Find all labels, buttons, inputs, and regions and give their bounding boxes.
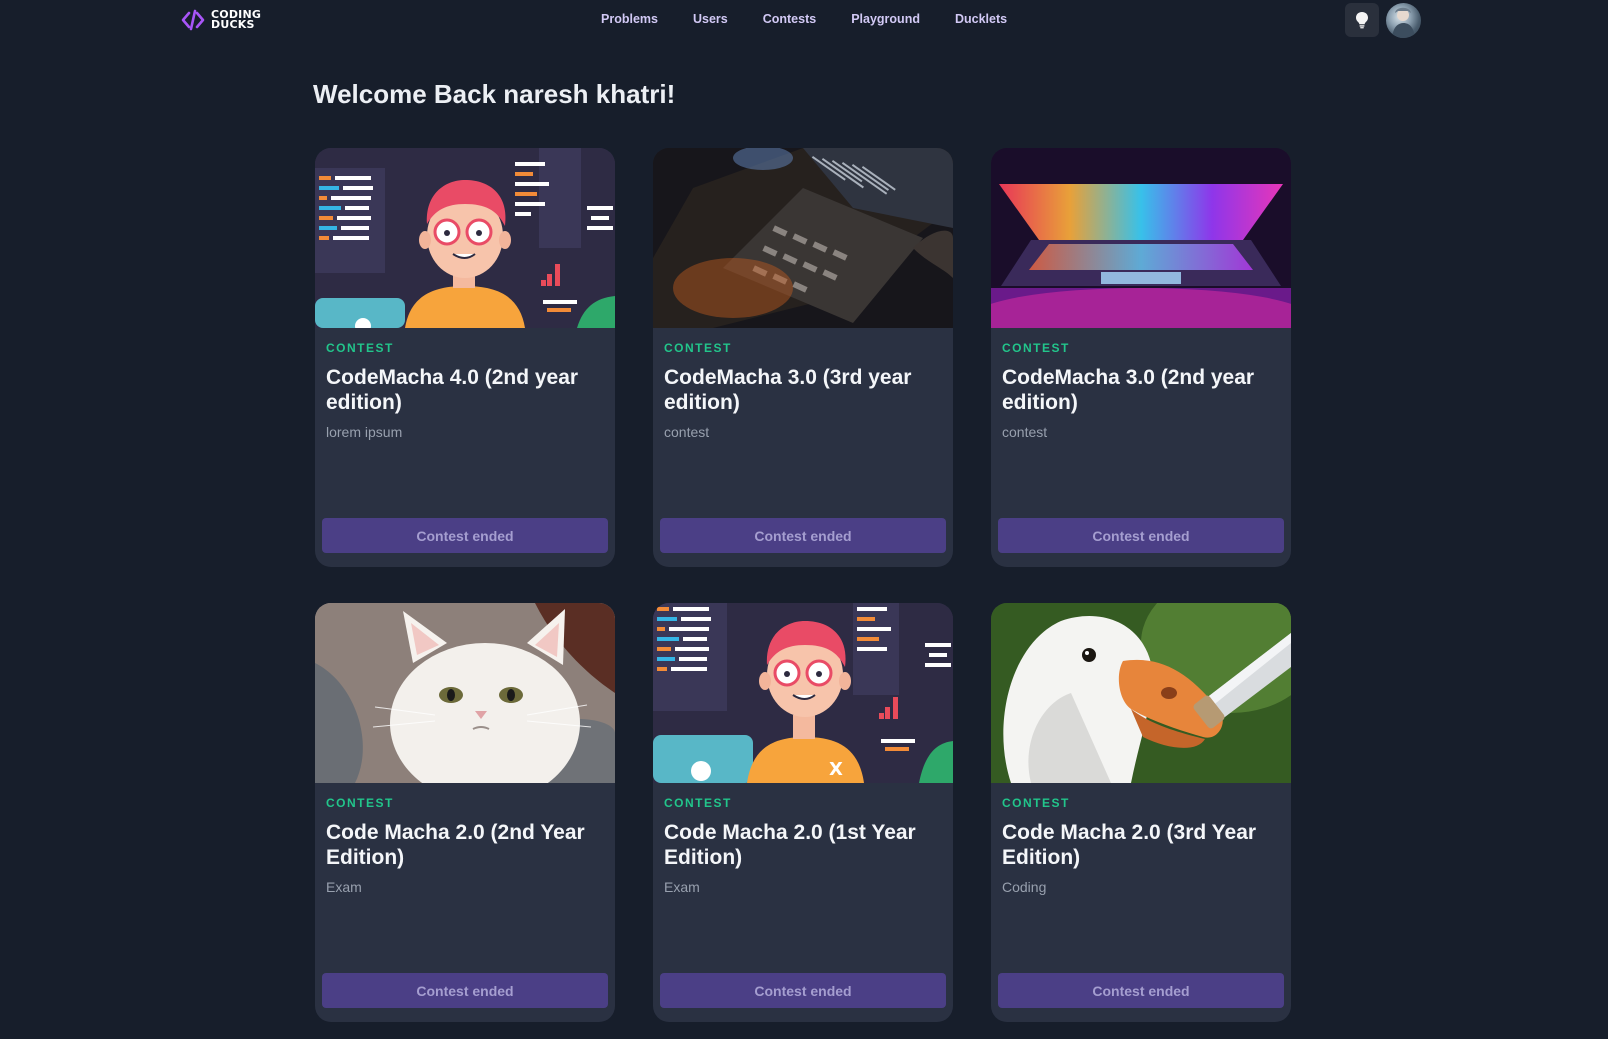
card-description: contest	[664, 424, 710, 440]
card-title: CodeMacha 3.0 (3rd year edition)	[664, 366, 912, 414]
contest-card[interactable]: CONTEST CodeMacha 3.0 (2nd year edition)…	[991, 148, 1291, 567]
lightbulb-icon	[1356, 12, 1368, 29]
goose-photo	[991, 603, 1291, 783]
nav-link-users[interactable]: Users	[693, 12, 728, 26]
brand-line2: DUCKS	[211, 18, 255, 31]
svg-text:X: X	[829, 759, 843, 780]
contest-card[interactable]: CONTEST Code Macha 2.0 (2nd Year Edition…	[315, 603, 615, 1022]
laptop-code-photo	[653, 148, 953, 328]
contest-ended-button[interactable]: Contest ended	[660, 518, 946, 553]
card-description: lorem ipsum	[326, 424, 403, 440]
card-tag: CONTEST	[664, 341, 732, 355]
card-body: CONTEST Code Macha 2.0 (3rd Year Edition…	[991, 796, 1291, 895]
coder-illustration: X	[653, 603, 953, 783]
nav-link-contests[interactable]: Contests	[763, 12, 816, 26]
cat-photo	[315, 603, 615, 783]
card-body: CONTEST CodeMacha 3.0 (2nd year edition)…	[991, 341, 1291, 440]
coder-illustration	[315, 148, 615, 328]
navbar: CODING DUCKS Problems Users Contests Pla…	[0, 0, 1608, 40]
card-body: CONTEST Code Macha 2.0 (2nd Year Edition…	[315, 796, 615, 895]
avatar-image	[1392, 7, 1415, 38]
card-body: CONTEST CodeMacha 4.0 (2nd year edition)…	[315, 341, 615, 440]
contest-card[interactable]: X CONTEST Code Macha 2.0 (1st Year Editi…	[653, 603, 953, 1022]
card-tag: CONTEST	[326, 796, 394, 810]
card-title: Code Macha 2.0 (2nd Year Edition)	[326, 821, 585, 869]
card-body: CONTEST CodeMacha 3.0 (3rd year edition)…	[653, 341, 953, 440]
card-tag: CONTEST	[664, 796, 732, 810]
card-title: CodeMacha 3.0 (2nd year edition)	[1002, 366, 1255, 414]
rainbow-laptop-photo	[991, 148, 1291, 328]
user-avatar[interactable]	[1386, 3, 1421, 38]
brand-text: CODING DUCKS	[211, 9, 261, 31]
brand-logo[interactable]: CODING DUCKS	[181, 9, 261, 31]
card-tag: CONTEST	[1002, 341, 1070, 355]
contest-ended-button[interactable]: Contest ended	[322, 973, 608, 1008]
code-brackets-icon	[181, 9, 205, 31]
nav-link-ducklets[interactable]: Ducklets	[955, 12, 1007, 26]
card-description: contest	[1002, 424, 1048, 440]
nav-links: Problems Users Contests Playground Duckl…	[601, 12, 1042, 26]
card-body: CONTEST Code Macha 2.0 (1st Year Edition…	[653, 796, 953, 895]
card-title: Code Macha 2.0 (3rd Year Edition)	[1002, 821, 1257, 869]
contest-card[interactable]: CONTEST Code Macha 2.0 (3rd Year Edition…	[991, 603, 1291, 1022]
card-description: Coding	[1002, 879, 1047, 895]
nav-link-playground[interactable]: Playground	[851, 12, 920, 26]
card-title: Code Macha 2.0 (1st Year Edition)	[664, 821, 916, 869]
card-description: Exam	[664, 879, 700, 895]
theme-toggle-button[interactable]	[1345, 3, 1379, 37]
contest-ended-button[interactable]: Contest ended	[998, 973, 1284, 1008]
contest-ended-button[interactable]: Contest ended	[322, 518, 608, 553]
contest-card[interactable]: CONTEST CodeMacha 3.0 (3rd year edition)…	[653, 148, 953, 567]
contest-ended-button[interactable]: Contest ended	[660, 973, 946, 1008]
card-description: Exam	[326, 879, 362, 895]
contest-card[interactable]: CONTEST CodeMacha 4.0 (2nd year edition)…	[315, 148, 615, 567]
card-tag: CONTEST	[1002, 796, 1070, 810]
welcome-heading: Welcome Back naresh khatri!	[313, 79, 676, 109]
card-title: CodeMacha 4.0 (2nd year edition)	[326, 366, 579, 414]
card-tag: CONTEST	[326, 341, 394, 355]
nav-link-problems[interactable]: Problems	[601, 12, 658, 26]
contest-ended-button[interactable]: Contest ended	[998, 518, 1284, 553]
